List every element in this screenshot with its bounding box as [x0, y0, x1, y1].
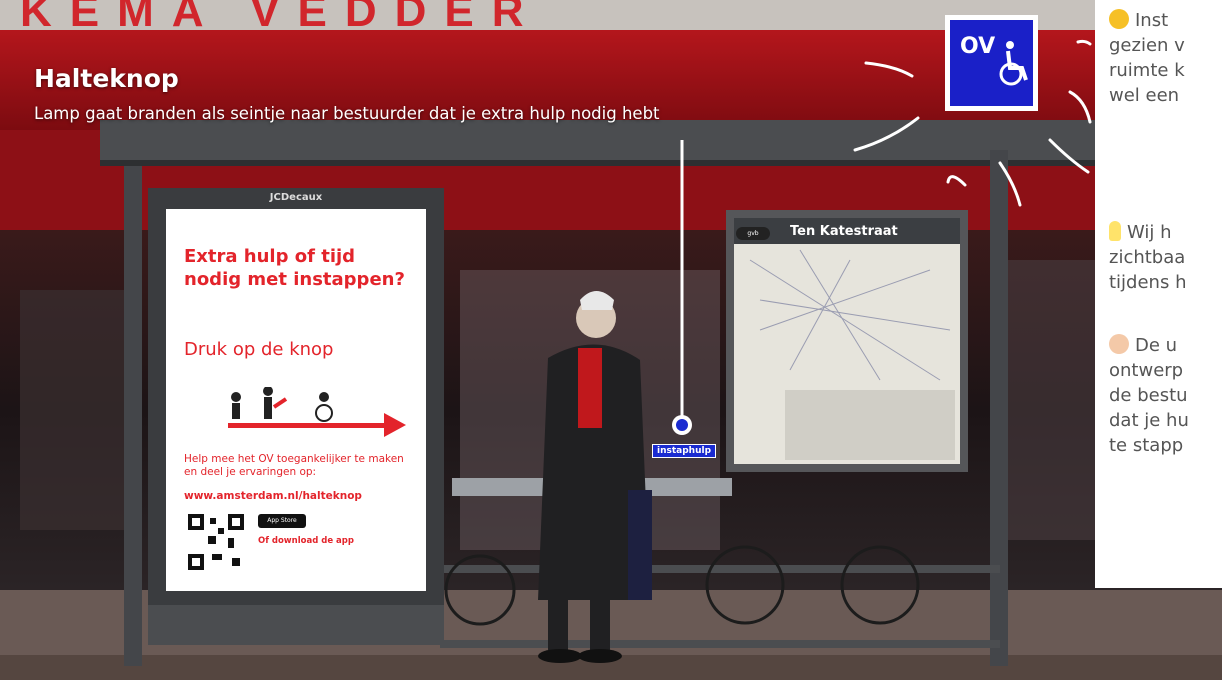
- poster-brand: JCDecaux: [269, 192, 323, 203]
- poster: Extra hulp of tijd nodig met instappen? …: [166, 209, 426, 591]
- ok-hand-icon: [1109, 334, 1129, 354]
- note-ok: De u ontwerp de bestu dat je hu te stapp: [1109, 334, 1189, 456]
- poster-heading: Extra hulp of tijd nodig met instappen?: [184, 246, 405, 290]
- ov-sign-text: OV: [960, 34, 996, 59]
- instaphulp-label: instaphulp: [652, 444, 717, 458]
- qr-code: [188, 514, 244, 570]
- light-bulb-icon: [1109, 221, 1121, 241]
- poster-cta: Druk op de knop: [184, 339, 334, 360]
- overlay-subtitle: Lamp gaat branden als seintje naar bestu…: [34, 104, 660, 123]
- appstore-badge: App Store: [258, 514, 306, 528]
- bus-stop-photo: KEMA VEDDER Halteknop Lamp gaat branden …: [0, 0, 1222, 680]
- poster-download: Of download de app: [258, 536, 354, 546]
- poster-url: www.amsterdam.nl/halteknop: [184, 490, 362, 502]
- note-thinking: Inst gezien v ruimte k wel een: [1109, 9, 1185, 106]
- wheelchair-icon: [999, 41, 1028, 86]
- ov-sign: OV: [945, 15, 1038, 111]
- notes-panel: Inst gezien v ruimte k wel een Wij h zic…: [1095, 0, 1222, 588]
- overlay-title: Halteknop: [34, 64, 179, 93]
- map-badge: gvb: [736, 227, 770, 240]
- poster-help-text: Help mee het OV toegankelijker te maken …: [184, 453, 404, 478]
- note-idea: Wij h zichtbaa tijdens h: [1109, 221, 1187, 293]
- map-title: Ten Katestraat: [790, 224, 898, 239]
- arrow-pictogram: [228, 387, 406, 437]
- thinking-face-icon: [1109, 9, 1129, 29]
